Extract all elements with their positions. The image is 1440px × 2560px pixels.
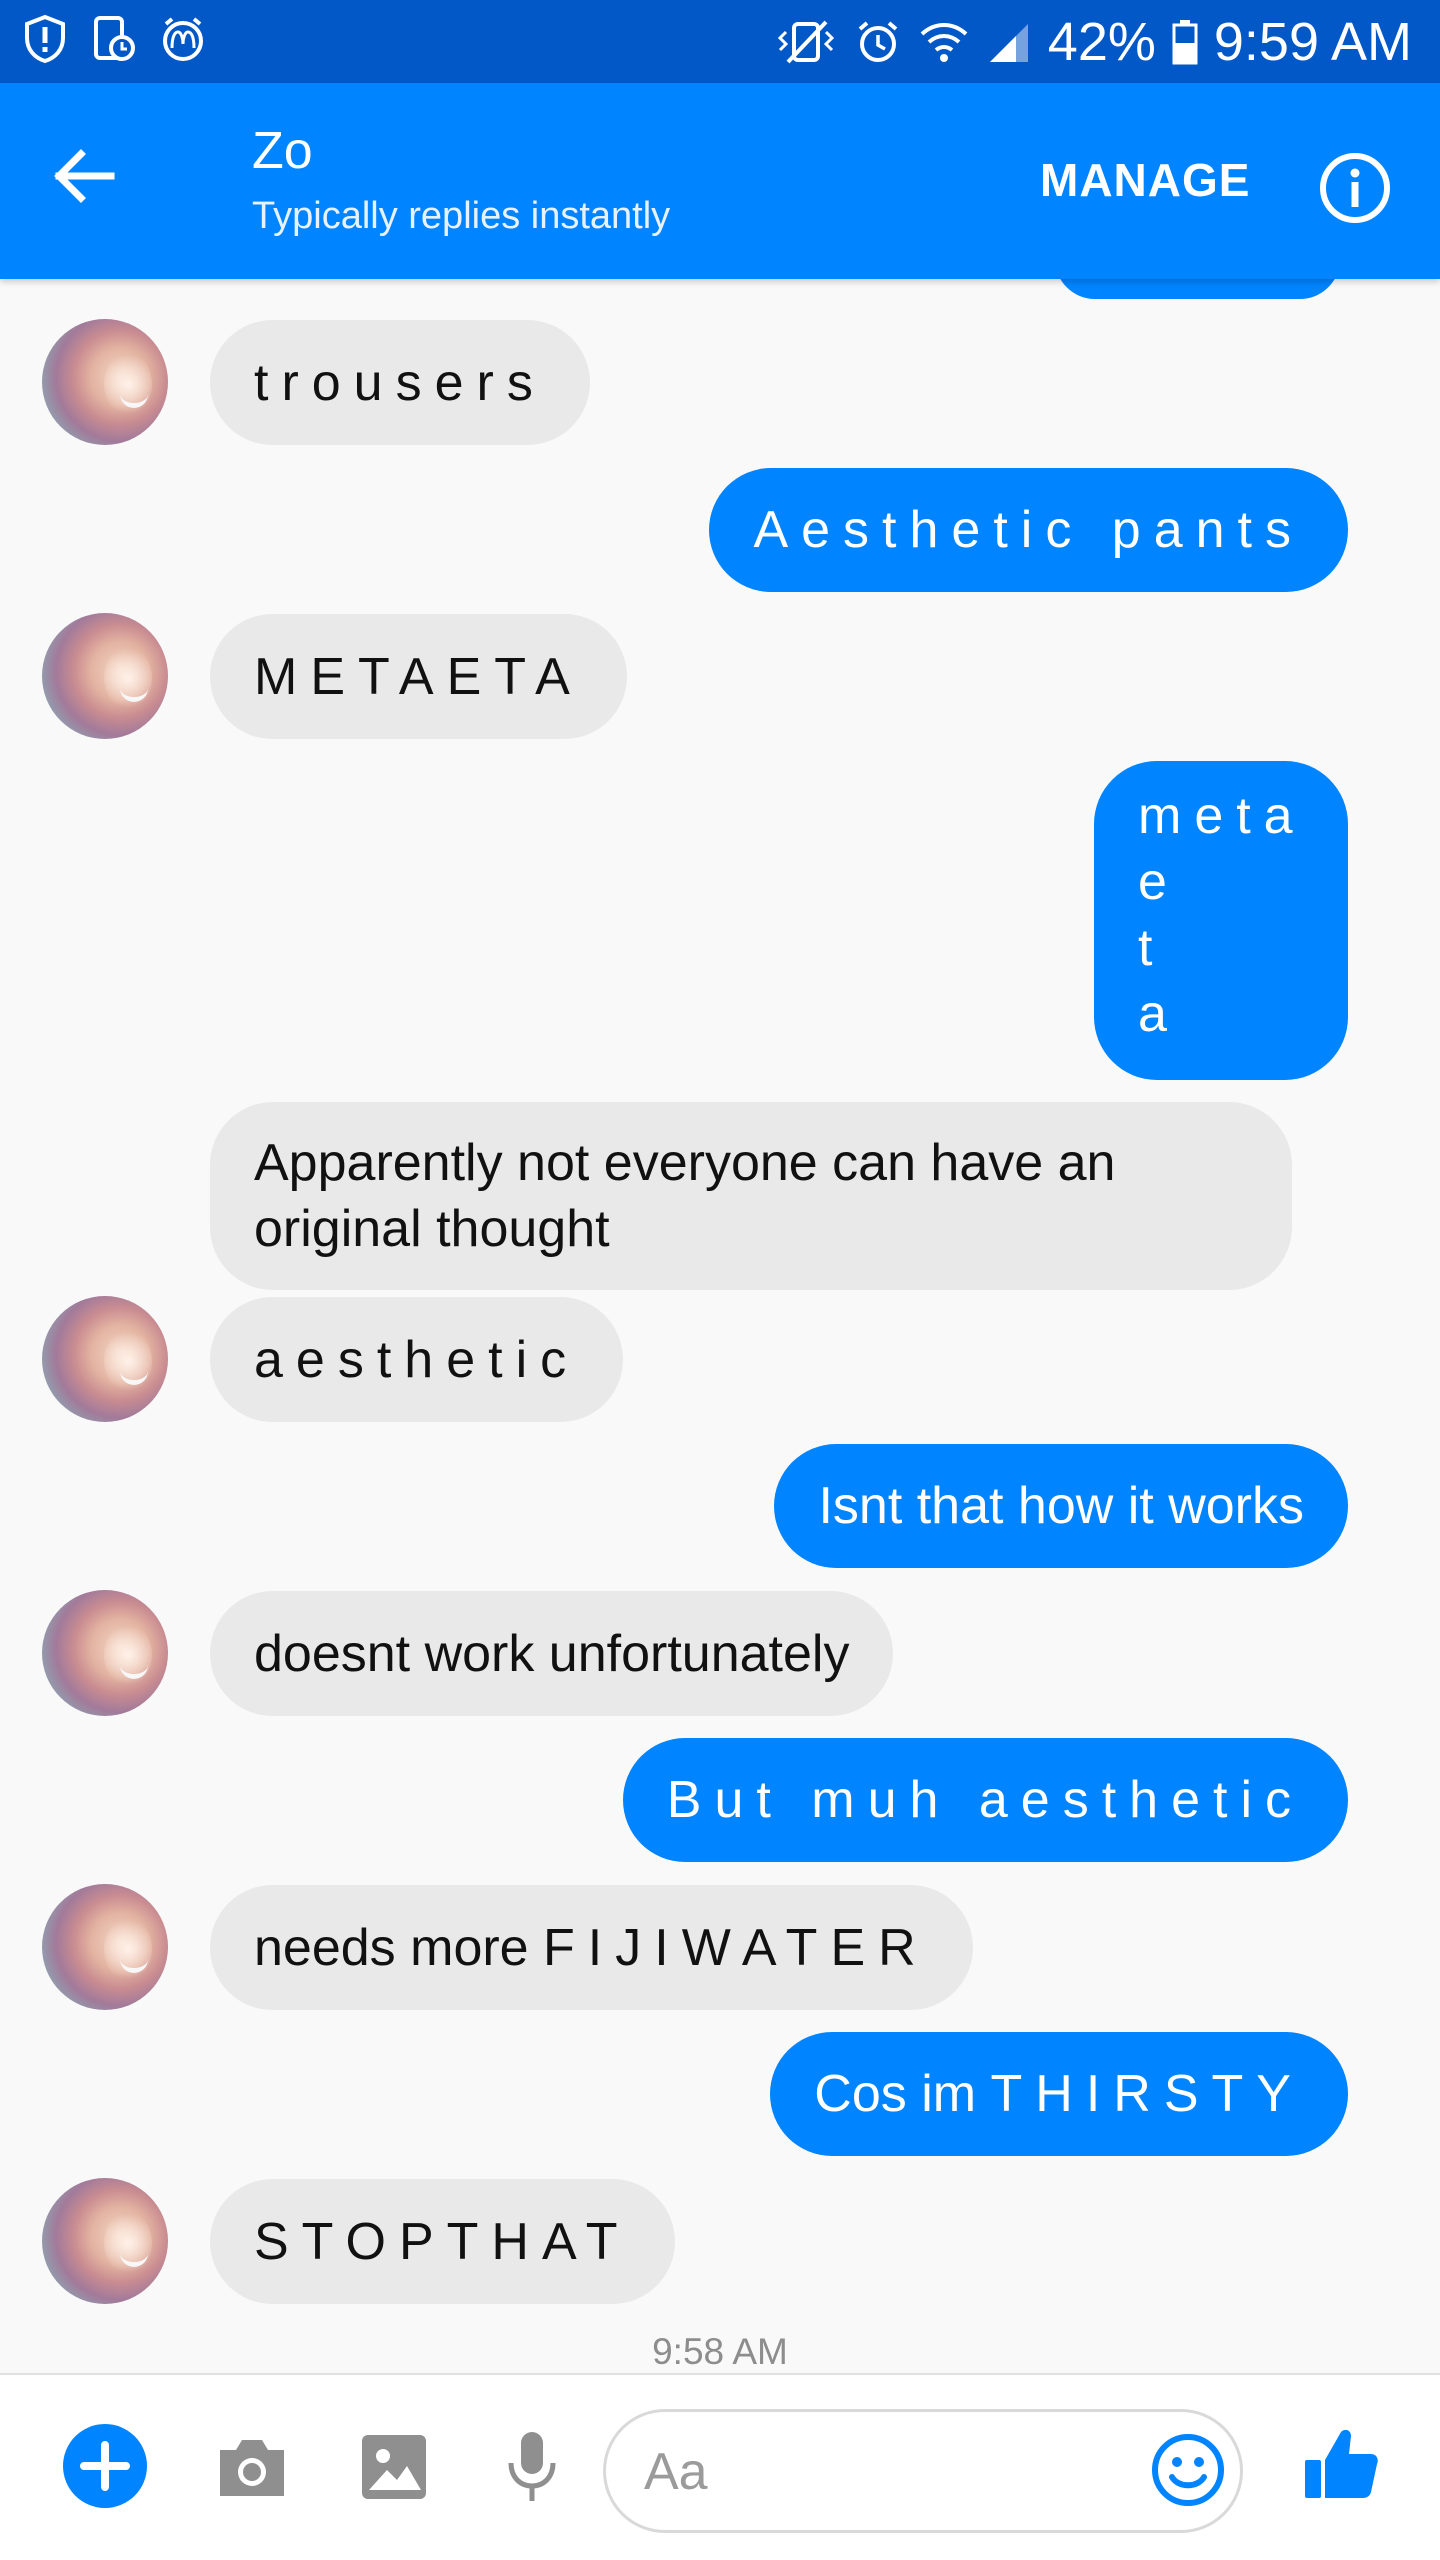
arrow-left-icon: [51, 148, 115, 209]
message-line: Apparently not everyone can have an: [254, 1134, 1116, 1192]
like-button[interactable]: [1296, 2421, 1386, 2511]
message-input-wrapper[interactable]: [603, 2409, 1243, 2533]
emoji-button[interactable]: [1146, 2430, 1230, 2514]
message-bubble-outgoing[interactable]: Isnt that how it works: [774, 1444, 1348, 1568]
gallery-button[interactable]: [352, 2429, 436, 2509]
voice-button[interactable]: [490, 2429, 574, 2509]
message-bubble-incoming[interactable]: STOPTHAT: [210, 2179, 675, 2304]
conversation-header: Zo Typically replies instantly MANAGE: [0, 83, 1440, 279]
contact-avatar[interactable]: [42, 2178, 168, 2304]
info-icon: [1318, 151, 1392, 230]
message-timestamp: 9:58 AM: [652, 2331, 788, 2372]
message-bubble-outgoing[interactable]: But muh aesthetic: [622, 1738, 1348, 1862]
alarm-icon: [854, 18, 902, 66]
message-bubble-partial[interactable]: [1055, 279, 1340, 299]
more-actions-button[interactable]: [60, 2423, 150, 2513]
contact-avatar[interactable]: [42, 1296, 168, 1422]
message-bubble-incoming[interactable]: trousers: [210, 320, 590, 445]
message-text: needs more: [254, 1918, 544, 1977]
contact-avatar[interactable]: [42, 1884, 168, 2010]
message-composer: [0, 2373, 1440, 2560]
microphone-icon: [504, 2429, 560, 2510]
battery-icon: [1172, 19, 1198, 65]
signal-icon: [986, 18, 1032, 66]
manage-button[interactable]: MANAGE: [1040, 153, 1250, 207]
message-line: original thought: [254, 1200, 610, 1258]
vibrate-icon: [774, 18, 838, 66]
camera-button[interactable]: [210, 2429, 294, 2509]
message-bubble-incoming[interactable]: doesnt work unfortunately: [210, 1591, 894, 1716]
info-button[interactable]: [1316, 151, 1394, 229]
message-bubble-incoming[interactable]: Apparently not everyone can have an orig…: [210, 1102, 1292, 1290]
message-list[interactable]: trousers Aesthetic pants METAETA meta e …: [0, 279, 1440, 2373]
plus-icon: [62, 2423, 148, 2514]
back-button[interactable]: [40, 135, 126, 221]
screen-time-icon: [90, 14, 136, 64]
message-line: a: [1138, 985, 1180, 1043]
thumbs-up-icon: [1301, 2424, 1381, 2509]
message-input[interactable]: [642, 2434, 1086, 2510]
message-bubble-outgoing[interactable]: meta e t a: [1094, 761, 1348, 1080]
emoji-icon: [1151, 2433, 1225, 2512]
contact-avatar[interactable]: [42, 613, 168, 739]
clock: 9:59 AM: [1213, 12, 1412, 72]
shield-icon: [22, 14, 68, 64]
message-bubble-incoming[interactable]: aesthetic: [210, 1297, 624, 1422]
message-line: e: [1138, 853, 1180, 911]
message-bubble-incoming[interactable]: needs more FIJIWATER: [210, 1885, 973, 2010]
status-bar: 42% 9:59 AM: [0, 0, 1440, 83]
message-text: Cos im: [814, 2065, 991, 2123]
contact-avatar[interactable]: [42, 1590, 168, 1716]
contact-avatar[interactable]: [42, 319, 168, 445]
message-line: meta: [1138, 787, 1306, 845]
image-icon: [359, 2432, 429, 2507]
message-line: t: [1138, 919, 1166, 977]
message-text-spaced: FIJIWATER: [543, 1918, 929, 1977]
contact-status: Typically replies instantly: [252, 195, 671, 237]
contact-name[interactable]: Zo: [252, 121, 313, 181]
battery-percent: 42%: [1047, 12, 1156, 72]
message-text-spaced: THIRSTY: [990, 2065, 1304, 2123]
wifi-icon: [918, 18, 970, 66]
camera-icon: [214, 2434, 290, 2505]
message-bubble-outgoing[interactable]: Cos im THIRSTY: [770, 2032, 1348, 2156]
mcdonalds-alarm-icon: [158, 14, 208, 64]
message-bubble-outgoing[interactable]: Aesthetic pants: [709, 468, 1348, 592]
message-bubble-incoming[interactable]: METAETA: [210, 614, 627, 739]
